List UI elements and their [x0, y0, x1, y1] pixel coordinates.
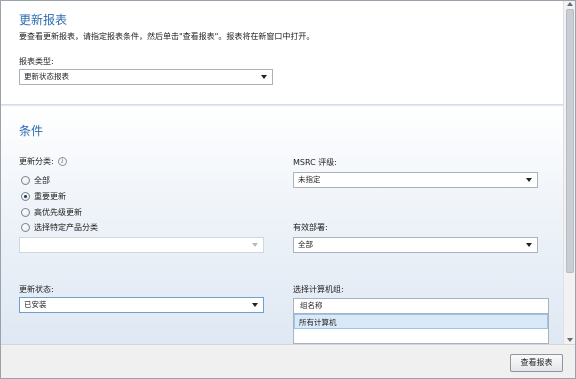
deployment-label: 有效部署: — [293, 223, 328, 232]
report-type-select[interactable]: 更新状态报表 — [19, 69, 273, 85]
deployment-select[interactable]: 全部 — [293, 237, 538, 253]
conditions-section: 条件 更新分类: i 全部 重要更新 高优先级更新 选择特定产品分类 MSRC … — [1, 107, 564, 344]
radio-button[interactable] — [21, 207, 30, 217]
scroll-down-icon[interactable] — [567, 338, 573, 342]
radio-category-high-priority[interactable]: 高优先级更新 — [21, 206, 82, 218]
scroll-up-icon[interactable] — [567, 2, 573, 6]
msrc-rating-value: 未指定 — [298, 175, 321, 184]
chevron-down-icon — [261, 75, 267, 79]
view-report-button[interactable]: 查看报表 — [510, 354, 563, 372]
chevron-down-icon — [252, 243, 258, 247]
radio-label: 重要更新 — [34, 191, 66, 201]
report-description: 要查看更新报表，请指定报表条件，然后单击"查看报表"。报表将在新窗口中打开。 — [19, 32, 315, 41]
vertical-scrollbar[interactable] — [563, 1, 575, 344]
update-category-label-text: 更新分类: — [19, 157, 54, 166]
update-category-label: 更新分类: i — [19, 156, 67, 167]
chevron-down-icon — [526, 178, 532, 182]
radio-label: 高优先级更新 — [34, 207, 82, 217]
radio-button-checked[interactable] — [21, 191, 30, 201]
computer-group-list: 所有计算机 — [293, 314, 549, 344]
radio-category-all[interactable]: 全部 — [21, 174, 50, 186]
deployment-value: 全部 — [298, 240, 313, 249]
radio-button[interactable] — [21, 175, 30, 185]
info-icon[interactable]: i — [57, 157, 67, 166]
chevron-down-icon — [252, 303, 258, 307]
update-status-value: 已安装 — [24, 300, 47, 309]
product-classification-select[interactable] — [19, 237, 264, 253]
report-options-pane: 更新报表 要查看更新报表，请指定报表条件，然后单击"查看报表"。报表将在新窗口中… — [1, 1, 564, 344]
report-type-label: 报表类型: — [19, 57, 54, 66]
chevron-down-icon — [526, 243, 532, 247]
radio-button[interactable] — [21, 222, 30, 232]
radio-label: 全部 — [34, 175, 50, 185]
radio-category-specific-product[interactable]: 选择特定产品分类 — [21, 221, 98, 233]
report-section-title: 更新报表 — [19, 13, 68, 27]
dialog-footer: 查看报表 — [1, 344, 575, 378]
report-window: 更新报表 要查看更新报表，请指定报表条件，然后单击"查看报表"。报表将在新窗口中… — [0, 0, 576, 379]
update-status-select[interactable]: 已安装 — [19, 297, 264, 313]
scrollbar-thumb[interactable] — [566, 9, 574, 273]
msrc-rating-label: MSRC 评级: — [293, 158, 337, 167]
list-item[interactable]: 所有计算机 — [294, 314, 548, 329]
computer-group-label: 选择计算机组: — [293, 285, 344, 294]
radio-label: 选择特定产品分类 — [34, 222, 98, 232]
radio-category-critical[interactable]: 重要更新 — [21, 190, 66, 202]
conditions-section-title: 条件 — [19, 124, 44, 138]
msrc-rating-select[interactable]: 未指定 — [293, 172, 538, 188]
update-status-label: 更新状态: — [19, 285, 54, 294]
group-name-column-header[interactable]: 组名称 — [293, 298, 549, 314]
report-type-value: 更新状态报表 — [24, 72, 69, 81]
report-section: 更新报表 要查看更新报表，请指定报表条件，然后单击"查看报表"。报表将在新窗口中… — [1, 1, 564, 104]
